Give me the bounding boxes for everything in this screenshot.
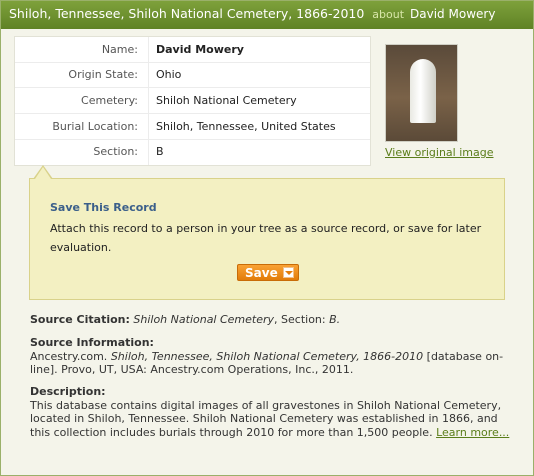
description-text: This database contains digital images of… xyxy=(30,398,502,439)
source-info-label: Source Information: xyxy=(30,336,154,349)
field-label: Name: xyxy=(101,43,138,56)
save-description: Attach this record to a person in your t… xyxy=(50,222,482,254)
field-label: Section: xyxy=(93,145,138,158)
field-label: Burial Location: xyxy=(52,120,138,133)
save-record-box: Save This Record Attach this record to a… xyxy=(29,178,505,300)
citation-section-text: , Section: xyxy=(274,313,326,326)
field-value: Shiloh National Cemetery xyxy=(156,94,297,107)
source-information: Source Information: Ancestry.com. Shiloh… xyxy=(30,336,510,377)
record-panel: Shiloh, Tennessee, Shiloh National Cemet… xyxy=(0,0,534,476)
save-button[interactable]: Save xyxy=(237,264,299,281)
record-fields-table: Name: David Mowery Origin State: Ohio Ce… xyxy=(14,36,371,166)
person-name-title: David Mowery xyxy=(410,7,496,21)
field-label: Cemetery: xyxy=(81,94,138,107)
field-row-burial-location: Burial Location: Shiloh, Tennessee, Unit… xyxy=(15,114,370,140)
title-bar: Shiloh, Tennessee, Shiloh National Cemet… xyxy=(1,1,533,29)
field-row-cemetery: Cemetery: Shiloh National Cemetery xyxy=(15,88,370,114)
field-row-origin-state: Origin State: Ohio xyxy=(15,62,370,88)
chevron-down-icon[interactable] xyxy=(283,267,294,278)
source-info-title: Shiloh, Tennessee, Shiloh National Cemet… xyxy=(110,349,424,363)
gravestone-thumbnail[interactable] xyxy=(385,44,458,142)
field-row-section: Section: B xyxy=(15,139,370,164)
citation-section-value: B. xyxy=(329,313,341,326)
collection-title[interactable]: Shiloh, Tennessee, Shiloh National Cemet… xyxy=(9,6,364,21)
description-label: Description: xyxy=(30,385,106,398)
field-value: Ohio xyxy=(156,68,182,81)
citation-cemetery: Shiloh National Cemetery xyxy=(133,313,275,326)
citation-label: Source Citation: xyxy=(30,313,130,326)
field-label: Origin State: xyxy=(68,68,138,81)
learn-more-link[interactable]: Learn more... xyxy=(436,426,509,439)
field-value: B xyxy=(156,145,164,158)
source-citation: Source Citation: Shiloh National Cemeter… xyxy=(30,313,510,327)
field-row-name: Name: David Mowery xyxy=(15,37,370,63)
save-button-label: Save xyxy=(245,266,278,280)
source-info-prefix: Ancestry.com. xyxy=(30,349,108,363)
description-section: Description: This database contains digi… xyxy=(30,385,510,439)
field-value: David Mowery xyxy=(156,43,244,56)
gravestone-shape xyxy=(410,59,436,123)
field-value: Shiloh, Tennessee, United States xyxy=(156,120,336,133)
callout-pointer-fill xyxy=(35,167,51,179)
view-original-image-link[interactable]: View original image xyxy=(385,146,493,159)
about-label: about xyxy=(372,8,405,21)
record-image-area: View original image xyxy=(372,36,522,164)
save-heading: Save This Record xyxy=(50,201,157,214)
